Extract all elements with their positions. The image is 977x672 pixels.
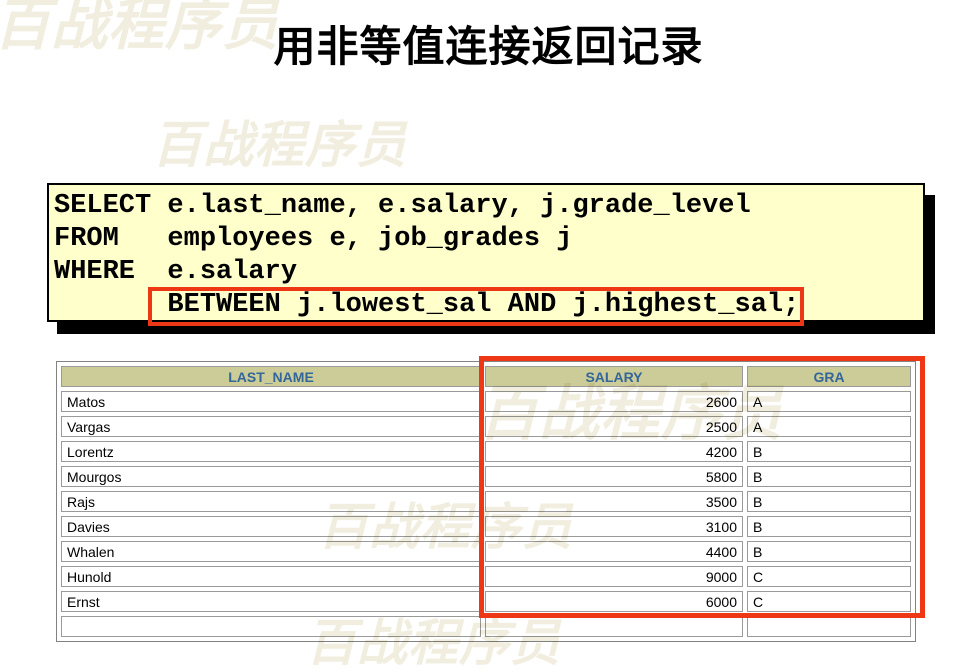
grade-cell: B (747, 491, 911, 512)
grade-cell: B (747, 516, 911, 537)
sql-line-where: WHERE e.salary (54, 256, 923, 289)
table-row: Davies3100B (61, 516, 911, 537)
last-name-cell: Lorentz (61, 441, 481, 462)
grade-cell: A (747, 391, 911, 412)
sql-code-box: SELECT e.last_name, e.salary, j.grade_le… (47, 183, 925, 322)
sql-line-select: SELECT e.last_name, e.salary, j.grade_le… (54, 190, 923, 223)
sql-line-between: BETWEEN j.lowest_sal AND j.highest_sal; (54, 289, 923, 322)
table-row: Lorentz4200B (61, 441, 911, 462)
column-header-salary: SALARY (485, 366, 743, 387)
page-title: 用非等值连接返回记录 (0, 13, 977, 74)
salary-cell: 2500 (485, 416, 743, 437)
salary-cell: 3100 (485, 516, 743, 537)
last-name-cell: Ernst (61, 591, 481, 612)
column-header-last-name: LAST_NAME (61, 366, 481, 387)
column-header-gra: GRA (747, 366, 911, 387)
salary-cell: 4200 (485, 441, 743, 462)
last-name-cell: Hunold (61, 566, 481, 587)
table-row: Ernst6000C (61, 591, 911, 612)
table-row: Rajs3500B (61, 491, 911, 512)
table-row: Mourgos5800B (61, 466, 911, 487)
grade-cell: B (747, 466, 911, 487)
last-name-cell: Davies (61, 516, 481, 537)
salary-cell: 5800 (485, 466, 743, 487)
query-result-table: LAST_NAME SALARY GRA Matos2600AVargas250… (56, 361, 916, 642)
empty-cell (485, 616, 743, 637)
sql-line-from: FROM employees e, job_grades j (54, 223, 923, 256)
table-row: Matos2600A (61, 391, 911, 412)
salary-cell: 4400 (485, 541, 743, 562)
table-header-row: LAST_NAME SALARY GRA (61, 366, 911, 387)
grade-cell: A (747, 416, 911, 437)
table-row-partial (61, 616, 911, 637)
salary-cell: 6000 (485, 591, 743, 612)
last-name-cell: Whalen (61, 541, 481, 562)
table-row: Hunold9000C (61, 566, 911, 587)
empty-cell (747, 616, 911, 637)
table-row: Whalen4400B (61, 541, 911, 562)
table-row: Vargas2500A (61, 416, 911, 437)
last-name-cell: Mourgos (61, 466, 481, 487)
last-name-cell: Vargas (61, 416, 481, 437)
empty-cell (61, 616, 481, 637)
grade-cell: C (747, 591, 911, 612)
salary-cell: 3500 (485, 491, 743, 512)
watermark-above-code: 百战程序员 (152, 120, 407, 170)
salary-cell: 2600 (485, 391, 743, 412)
salary-cell: 9000 (485, 566, 743, 587)
grade-cell: B (747, 541, 911, 562)
grade-cell: C (747, 566, 911, 587)
grade-cell: B (747, 441, 911, 462)
last-name-cell: Rajs (61, 491, 481, 512)
query-result-area: LAST_NAME SALARY GRA Matos2600AVargas250… (56, 361, 916, 642)
last-name-cell: Matos (61, 391, 481, 412)
